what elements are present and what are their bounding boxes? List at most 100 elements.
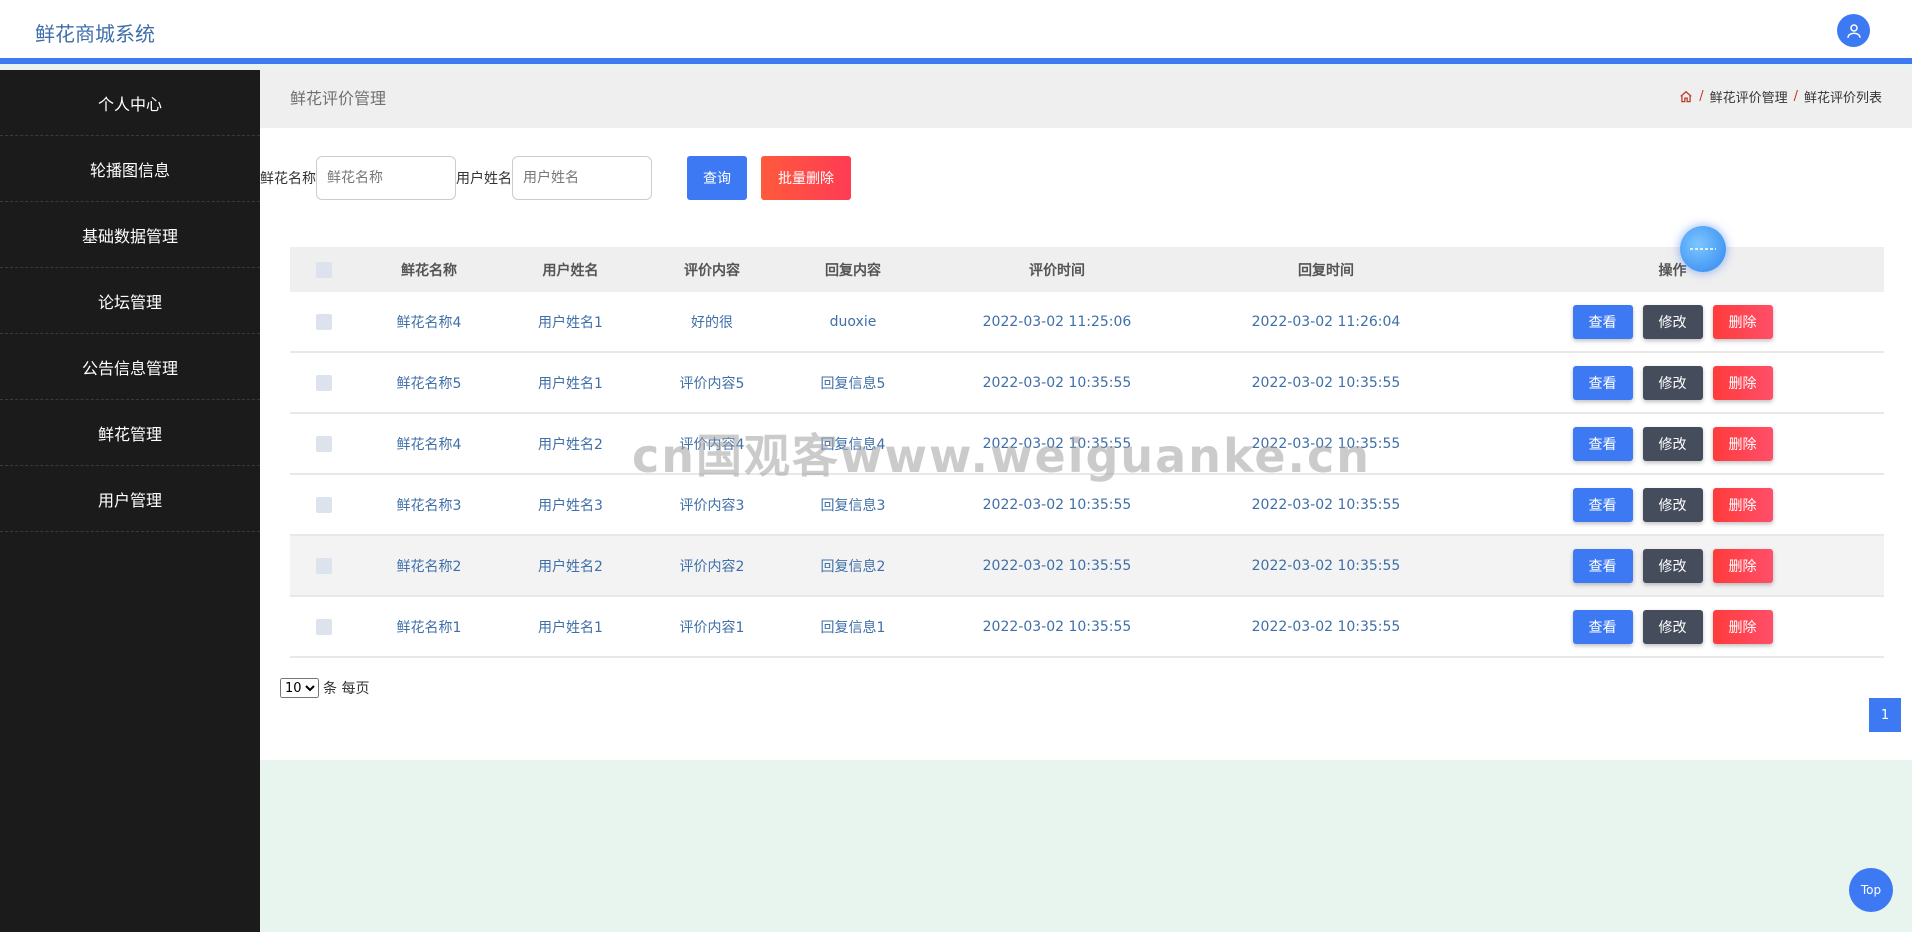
per-page-select[interactable]: 10 (280, 678, 319, 698)
flower-name-input[interactable] (316, 156, 456, 200)
user-name-cell: 用户姓名2 (538, 558, 603, 575)
review-content-cell: 评价内容1 (679, 619, 745, 636)
breadcrumb: / 鲜花评价管理 / 鲜花评价列表 (1679, 87, 1882, 106)
review-table: 鲜花名称 用户姓名 评价内容 回复内容 评价时间 回复时间 操作 鲜花名称4 用… (290, 247, 1884, 658)
user-name-cell: 用户姓名1 (538, 314, 603, 331)
flower-name-cell: 鲜花名称4 (396, 314, 462, 331)
dash-icon (1690, 248, 1716, 250)
reply-content-cell: 回复信息3 (820, 497, 886, 514)
select-all-checkbox[interactable] (316, 261, 332, 278)
page-number-button[interactable]: 1 (1869, 698, 1901, 732)
review-time-cell: 2022-03-02 10:35:55 (982, 435, 1132, 452)
review-content-cell: 评价内容4 (679, 436, 745, 453)
breadcrumb-separator: / (1699, 89, 1704, 104)
column-header: 用户姓名 (542, 262, 599, 279)
flower-name-cell: 鲜花名称3 (396, 497, 462, 514)
row-select-cell (290, 313, 358, 330)
sidebar-item-forum[interactable]: 论坛管理 (0, 268, 260, 334)
delete-button[interactable]: 删除 (1712, 487, 1773, 522)
user-name-cell: 用户姓名2 (538, 436, 603, 453)
row-checkbox[interactable] (316, 557, 332, 574)
review-content-cell: 评价内容2 (679, 558, 745, 575)
sidebar-item-basic-data[interactable]: 基础数据管理 (0, 202, 260, 268)
delete-button[interactable]: 删除 (1712, 365, 1773, 400)
sidebar-item-announcement[interactable]: 公告信息管理 (0, 334, 260, 400)
row-actions: 查看 修改 删除 (1461, 304, 1884, 339)
edit-button[interactable]: 修改 (1642, 304, 1703, 339)
row-checkbox[interactable] (316, 435, 332, 452)
floating-loader-icon[interactable] (1680, 226, 1726, 272)
column-header: 回复内容 (825, 262, 881, 279)
sidebar: 个人中心 轮播图信息 基础数据管理 论坛管理 公告信息管理 鲜花管理 用户管理 (0, 70, 260, 932)
review-content-cell: 评价内容5 (679, 375, 745, 392)
view-button[interactable]: 查看 (1572, 365, 1633, 400)
sidebar-item-carousel[interactable]: 轮播图信息 (0, 136, 260, 202)
batch-delete-button[interactable]: 批量删除 (761, 156, 851, 200)
row-checkbox[interactable] (316, 496, 332, 513)
sidebar-item-flowers[interactable]: 鲜花管理 (0, 400, 260, 466)
delete-button[interactable]: 删除 (1712, 426, 1773, 461)
view-button[interactable]: 查看 (1572, 487, 1633, 522)
sidebar-item-label: 基础数据管理 (81, 226, 178, 246)
reply-time-cell: 2022-03-02 10:35:55 (1251, 557, 1401, 574)
user-name-input[interactable] (512, 156, 652, 200)
edit-button[interactable]: 修改 (1642, 548, 1703, 583)
column-header: 评价时间 (1029, 262, 1085, 279)
title-bar: 鲜花评价管理 / 鲜花评价管理 / 鲜花评价列表 (260, 70, 1912, 128)
reply-time-cell: 2022-03-02 10:35:55 (1251, 435, 1401, 452)
table-row: 鲜花名称4 用户姓名1 好的很 duoxie 2022-03-02 11:25:… (290, 292, 1884, 353)
reply-content-cell: 回复信息4 (820, 436, 886, 453)
sidebar-item-users[interactable]: 用户管理 (0, 466, 260, 532)
home-icon[interactable] (1679, 90, 1693, 104)
review-time-cell: 2022-03-02 10:35:55 (982, 557, 1132, 574)
table-row: 鲜花名称5 用户姓名1 评价内容5 回复信息5 2022-03-02 10:35… (290, 353, 1884, 414)
per-page-suffix: 条 每页 (323, 681, 370, 697)
row-checkbox[interactable] (316, 374, 332, 391)
column-header: 评价内容 (684, 262, 740, 279)
view-button[interactable]: 查看 (1572, 548, 1633, 583)
breadcrumb-separator: / (1793, 89, 1798, 104)
query-button[interactable]: 查询 (687, 156, 747, 200)
user-avatar[interactable] (1837, 14, 1870, 47)
column-header: 回复时间 (1298, 262, 1354, 279)
delete-button[interactable]: 删除 (1712, 609, 1773, 644)
sidebar-item-label: 个人中心 (97, 94, 162, 114)
column-header: 操作 (1658, 262, 1687, 279)
flower-name-label: 鲜花名称 (260, 171, 316, 187)
flower-name-cell: 鲜花名称1 (396, 619, 462, 636)
edit-button[interactable]: 修改 (1642, 365, 1703, 400)
row-actions: 查看 修改 删除 (1461, 487, 1884, 522)
row-checkbox[interactable] (316, 618, 332, 635)
sidebar-item-personal-center[interactable]: 个人中心 (0, 70, 260, 136)
edit-button[interactable]: 修改 (1642, 609, 1703, 644)
row-checkbox[interactable] (316, 313, 332, 330)
sidebar-item-label: 用户管理 (97, 490, 162, 510)
flower-name-cell: 鲜花名称4 (396, 436, 462, 453)
row-actions: 查看 修改 删除 (1461, 426, 1884, 461)
sidebar-item-label: 轮播图信息 (89, 160, 170, 180)
table-header: 鲜花名称 用户姓名 评价内容 回复内容 评价时间 回复时间 操作 (290, 247, 1884, 292)
view-button[interactable]: 查看 (1572, 609, 1633, 644)
reply-content-cell: 回复信息2 (820, 558, 886, 575)
review-time-cell: 2022-03-02 10:35:55 (982, 618, 1132, 635)
main-content: 鲜花评价管理 / 鲜花评价管理 / 鲜花评价列表 鲜花名称 用户姓名 查询 批量… (260, 70, 1912, 760)
flower-name-cell: 鲜花名称2 (396, 558, 462, 575)
row-select-cell (290, 496, 358, 513)
delete-button[interactable]: 删除 (1712, 304, 1773, 339)
edit-button[interactable]: 修改 (1642, 426, 1703, 461)
user-name-cell: 用户姓名1 (538, 375, 603, 392)
sidebar-item-label: 公告信息管理 (81, 358, 178, 378)
row-actions: 查看 修改 删除 (1461, 548, 1884, 583)
view-button[interactable]: 查看 (1572, 426, 1633, 461)
delete-button[interactable]: 删除 (1712, 548, 1773, 583)
edit-button[interactable]: 修改 (1642, 487, 1703, 522)
view-button[interactable]: 查看 (1572, 304, 1633, 339)
review-time-cell: 2022-03-02 10:35:55 (982, 496, 1132, 513)
reply-time-cell: 2022-03-02 10:35:55 (1251, 496, 1401, 513)
user-name-cell: 用户姓名3 (538, 497, 603, 514)
review-content-cell: 好的很 (691, 314, 733, 331)
review-time-cell: 2022-03-02 10:35:55 (982, 374, 1132, 391)
back-to-top-button[interactable]: Top (1849, 868, 1893, 912)
reply-time-cell: 2022-03-02 10:35:55 (1251, 374, 1401, 391)
breadcrumb-item-review-management[interactable]: 鲜花评价管理 (1710, 87, 1788, 106)
